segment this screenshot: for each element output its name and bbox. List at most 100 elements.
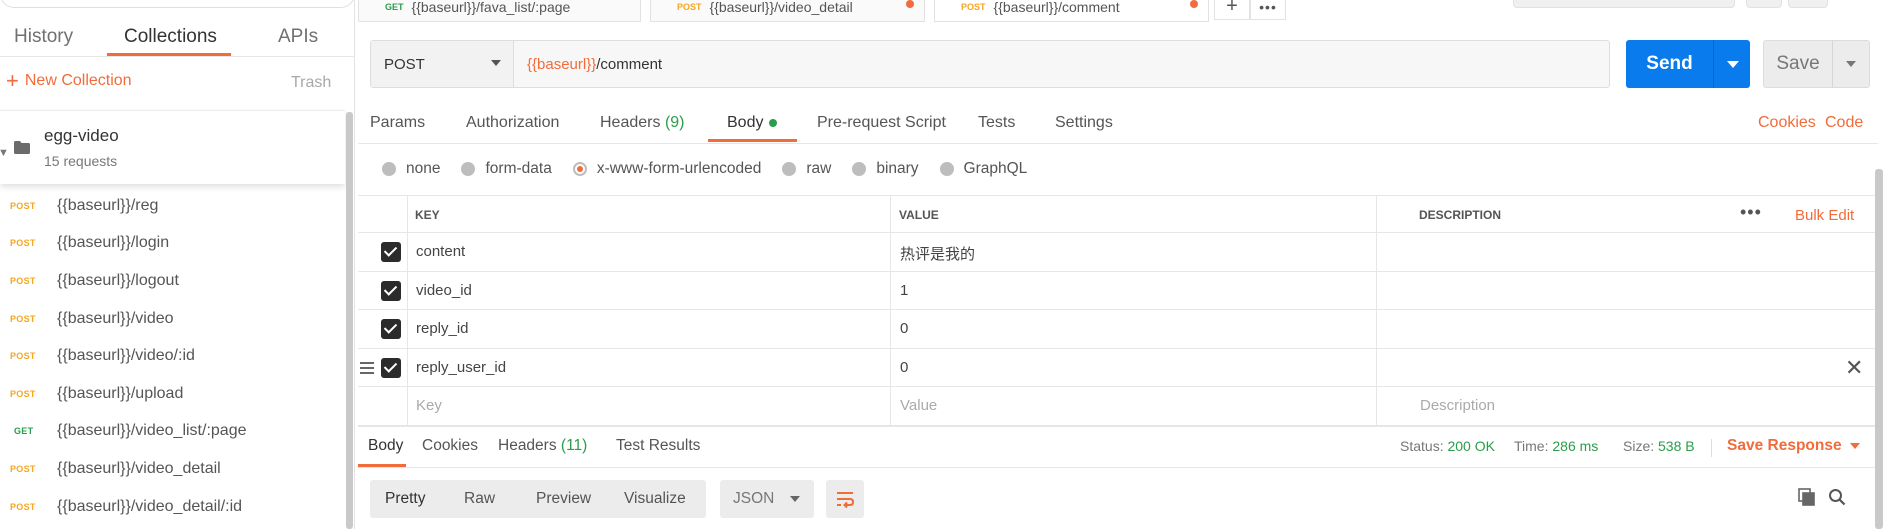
- tab-body[interactable]: Body: [727, 114, 778, 132]
- url-variable: {{baseurl}}: [527, 55, 597, 73]
- sidebar-scrollbar[interactable]: [346, 112, 353, 529]
- method-badge: POST: [677, 1, 702, 12]
- row-checkbox[interactable]: [381, 357, 401, 378]
- request-item[interactable]: POST {{baseurl}}/logout: [0, 262, 345, 300]
- bulk-edit-link[interactable]: Bulk Edit: [1795, 207, 1854, 224]
- view-pretty[interactable]: Pretty: [385, 480, 425, 518]
- url-input[interactable]: {{baseurl}}/comment: [515, 41, 1605, 87]
- key-cell[interactable]: content: [416, 243, 465, 260]
- view-raw[interactable]: Raw: [464, 480, 495, 518]
- value-cell[interactable]: 0: [900, 320, 908, 337]
- delete-row-icon[interactable]: ✕: [1845, 355, 1863, 381]
- code-link[interactable]: Code: [1825, 114, 1863, 132]
- row-checkbox[interactable]: [381, 242, 401, 262]
- body-type-label: GraphQL: [963, 160, 1028, 177]
- request-item[interactable]: POST {{baseurl}}/reg: [0, 187, 345, 225]
- open-tab[interactable]: GET {{baseurl}}/fava_list/:page: [358, 0, 641, 22]
- request-path: {{baseurl}}/login: [57, 234, 170, 252]
- save-response-button[interactable]: Save Response: [1727, 437, 1860, 455]
- radio-icon[interactable]: [461, 162, 476, 176]
- more-tabs-button[interactable]: •••: [1250, 0, 1286, 20]
- body-type-binary[interactable]: binary: [852, 160, 919, 178]
- request-item[interactable]: POST {{baseurl}}/video_detail: [0, 450, 345, 488]
- size-label: Size:: [1623, 438, 1655, 454]
- collection-item[interactable]: ▼ egg-video 15 requests: [0, 110, 345, 184]
- value-cell[interactable]: 热评是我的: [900, 243, 975, 264]
- divider: [1713, 40, 1714, 88]
- open-tab[interactable]: POST {{baseurl}}/video_detail: [650, 0, 925, 22]
- method-select[interactable]: POST: [371, 41, 514, 87]
- sidebar: History Collections APIs + New Collectio…: [0, 0, 355, 529]
- request-item[interactable]: POST {{baseurl}}/login: [0, 225, 345, 263]
- description-input[interactable]: Description: [1420, 397, 1495, 414]
- radio-icon[interactable]: [782, 162, 797, 176]
- chevron-down-icon[interactable]: [1727, 61, 1739, 68]
- tab-headers[interactable]: Headers (9): [600, 114, 685, 132]
- tab-history[interactable]: History: [14, 26, 73, 48]
- request-item[interactable]: POST {{baseurl}}/video: [0, 300, 345, 338]
- environment-quick-look-button[interactable]: [1746, 0, 1782, 8]
- main-scrollbar[interactable]: [1875, 169, 1883, 529]
- request-list: POST {{baseurl}}/reg POST {{baseurl}}/login…: [0, 187, 345, 525]
- more-options-icon[interactable]: •••: [1740, 202, 1762, 223]
- method-badge: POST: [10, 200, 36, 211]
- method-badge: POST: [10, 463, 36, 474]
- cookies-link[interactable]: Cookies: [1758, 114, 1816, 132]
- tab-tests[interactable]: Tests: [978, 114, 1015, 132]
- value-cell[interactable]: 0: [900, 359, 908, 376]
- row-checkbox[interactable]: [381, 280, 401, 301]
- key-cell[interactable]: reply_user_id: [416, 359, 506, 376]
- manage-environments-button[interactable]: [1788, 0, 1828, 8]
- format-select[interactable]: JSON: [720, 480, 814, 518]
- new-tab-button[interactable]: +: [1214, 0, 1250, 20]
- tab-apis[interactable]: APIs: [278, 26, 318, 48]
- value-input[interactable]: Value: [900, 397, 937, 414]
- request-path: {{baseurl}}/logout: [57, 271, 179, 289]
- open-tab-active[interactable]: POST {{baseurl}}/comment: [934, 0, 1209, 22]
- view-visualize[interactable]: Visualize: [624, 480, 686, 518]
- key-input[interactable]: Key: [416, 397, 442, 414]
- response-tab-headers[interactable]: Headers (11): [498, 437, 587, 455]
- key-cell[interactable]: video_id: [416, 282, 472, 299]
- tab-settings[interactable]: Settings: [1055, 114, 1113, 132]
- request-item[interactable]: POST {{baseurl}}/video_detail/:id: [0, 488, 345, 526]
- request-item[interactable]: POST {{baseurl}}/video/:id: [0, 337, 345, 375]
- body-type-label: binary: [876, 160, 919, 177]
- chevron-down-icon[interactable]: [1846, 61, 1856, 67]
- tab-authorization[interactable]: Authorization: [466, 114, 559, 132]
- tab-collections[interactable]: Collections: [124, 26, 217, 48]
- body-type-raw[interactable]: raw: [782, 160, 831, 178]
- trash-button[interactable]: Trash: [291, 74, 331, 92]
- sidebar-search-input[interactable]: [0, 0, 355, 8]
- view-preview[interactable]: Preview: [536, 480, 591, 518]
- search-icon[interactable]: [1828, 488, 1846, 506]
- radio-icon[interactable]: [382, 162, 396, 176]
- body-type-none[interactable]: none: [382, 160, 440, 178]
- save-button[interactable]: Save: [1763, 40, 1870, 88]
- radio-icon[interactable]: [939, 162, 954, 176]
- response-tab-test-results[interactable]: Test Results: [616, 437, 700, 455]
- response-tab-body[interactable]: Body: [368, 437, 403, 455]
- send-button[interactable]: Send: [1626, 40, 1750, 88]
- copy-icon[interactable]: [1798, 488, 1816, 506]
- value-cell[interactable]: 1: [900, 282, 908, 299]
- tab-params[interactable]: Params: [370, 114, 425, 132]
- response-tab-cookies[interactable]: Cookies: [422, 437, 478, 455]
- radio-selected-icon[interactable]: [572, 162, 587, 176]
- request-item[interactable]: POST {{baseurl}}/upload: [0, 375, 345, 413]
- wrap-lines-button[interactable]: [826, 480, 864, 518]
- body-type-x-www-form-urlencoded[interactable]: x-www-form-urlencoded: [572, 160, 761, 178]
- body-type-graphql[interactable]: GraphQL: [939, 160, 1028, 178]
- body-type-form-data[interactable]: form-data: [461, 160, 552, 178]
- new-collection-button[interactable]: + New Collection: [6, 70, 132, 92]
- caret-down-icon[interactable]: ▼: [0, 147, 9, 159]
- row-checkbox[interactable]: [381, 319, 401, 340]
- drag-handle-icon[interactable]: [360, 361, 374, 377]
- key-cell[interactable]: reply_id: [416, 320, 469, 337]
- tab-body-label: Body: [727, 114, 764, 131]
- environment-select[interactable]: [1513, 0, 1735, 8]
- radio-icon[interactable]: [852, 162, 867, 176]
- tab-pre-request-script[interactable]: Pre-request Script: [817, 114, 946, 132]
- request-item[interactable]: GET {{baseurl}}/video_list/:page: [0, 413, 345, 451]
- request-path: {{baseurl}}/video_detail/:id: [57, 497, 243, 515]
